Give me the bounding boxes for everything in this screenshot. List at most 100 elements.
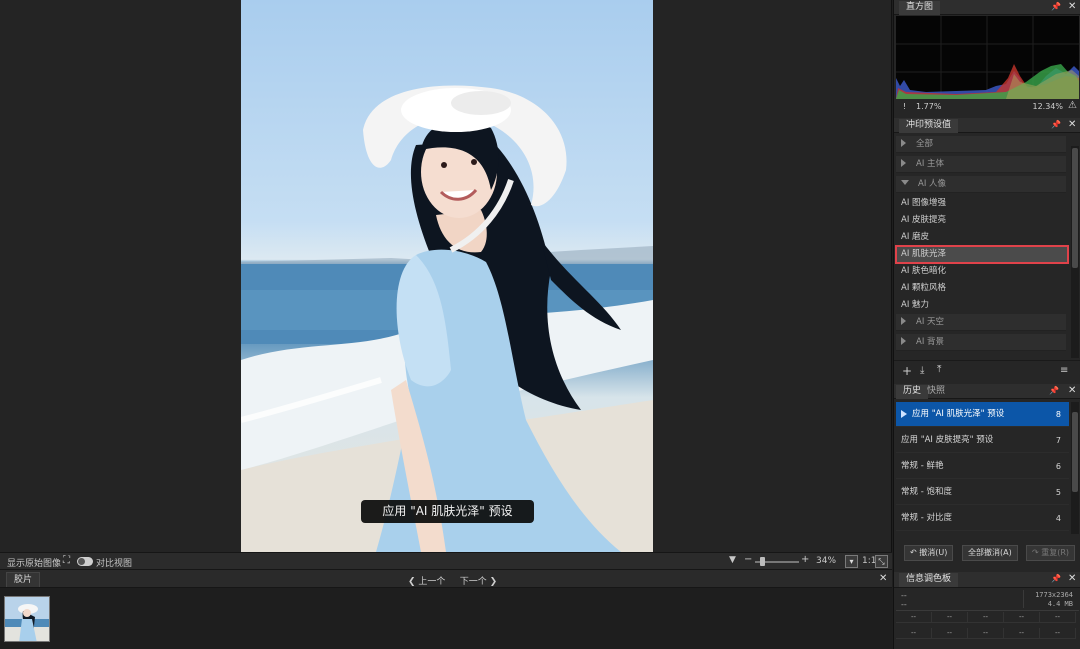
info-value: -- (901, 591, 907, 600)
tab-snapshot[interactable]: 快照 (920, 385, 952, 399)
zoom-out-icon[interactable]: − (744, 554, 752, 565)
close-icon[interactable]: ✕ (1068, 119, 1076, 130)
preset-group-all[interactable]: 全部 (896, 136, 1066, 153)
history-scrollbar[interactable] (1071, 402, 1079, 534)
expand-arrow-icon[interactable] (901, 139, 906, 147)
compare-view-label: 对比视图 (96, 559, 133, 569)
history-header: 历史 快照 📌 ✕ (894, 384, 1080, 399)
history-item[interactable]: 常规 - 鲜艳 6 (896, 454, 1069, 479)
history-scroll-thumb[interactable] (1072, 412, 1078, 492)
presets-scrollbar[interactable] (1071, 146, 1079, 358)
info-panel: 信息调色板 📌 ✕ -- -- 1773x2364 4.4 MB -- -- -… (893, 570, 1080, 649)
expand-arrow-icon[interactable] (901, 317, 906, 325)
compare-view-toggle[interactable] (77, 557, 93, 566)
preset-group-ai-subject[interactable]: AI 主体 (896, 156, 1066, 173)
file-size: 4.4 MB (1047, 600, 1073, 608)
export-icon[interactable]: ⤒ (937, 364, 941, 375)
undo-all-button[interactable]: 全部撤消(A) (962, 545, 1018, 561)
preset-group-ai-portrait[interactable]: AI 人像 (896, 176, 1066, 193)
close-icon[interactable]: ✕ (1068, 385, 1076, 396)
image-viewer[interactable]: 应用 "AI 肌肤光泽" 预设 (0, 0, 892, 552)
add-preset-icon[interactable]: + (902, 364, 912, 378)
preset-item[interactable]: AI 图像增强 (896, 195, 1066, 212)
next-button[interactable]: 下一个 (460, 577, 487, 587)
preset-item-selected[interactable]: AI 肌肤光泽 (895, 245, 1069, 264)
pin-icon[interactable]: 📌 (1049, 386, 1059, 395)
info-value: -- (901, 600, 907, 609)
preset-item[interactable]: AI 肤色暗化 (896, 263, 1066, 280)
tab-presets[interactable]: 冲印预设值 (899, 119, 959, 133)
presets-scroll-thumb[interactable] (1072, 148, 1078, 268)
history-item[interactable]: 常规 - 饱和度 5 (896, 480, 1069, 505)
image-dimensions: 1773x2364 (1035, 591, 1073, 599)
shadow-clip-value: 1.77% (916, 102, 942, 111)
close-icon[interactable]: ✕ (1068, 1, 1076, 12)
import-icon[interactable]: ⤓ (920, 365, 924, 376)
zoom-level: 34% (816, 556, 837, 566)
presets-panel: 冲印预设值 📌 ✕ 全部 AI 主体 AI 人像 AI 图像增强 AI 皮肤提亮… (893, 118, 1080, 384)
zoom-in-icon[interactable]: + (801, 554, 809, 565)
chevron-left-icon[interactable]: ❮ (408, 577, 416, 587)
fullscreen-icon[interactable]: ⛶ (63, 555, 70, 566)
presets-toolbar: + ⤓ ⤒ ≡ (894, 360, 1080, 382)
tab-info[interactable]: 信息调色板 (899, 573, 959, 587)
thumbnail-image (5, 597, 49, 641)
preset-item[interactable]: AI 颗粒风格 (896, 280, 1066, 297)
preset-item[interactable]: AI 魅力 (896, 297, 1066, 314)
pin-icon[interactable]: 📌 (1051, 574, 1061, 583)
info-cell: -- (896, 628, 932, 639)
history-panel: 历史 快照 📌 ✕ 应用 "AI 肌肤光泽" 预设 8 应用 "AI 皮肤提亮"… (893, 384, 1080, 570)
pin-icon[interactable]: 📌 (1051, 2, 1061, 11)
warning-icon[interactable]: ⚠ (1068, 100, 1077, 111)
filmstrip (0, 588, 892, 649)
shadow-clip-icon[interactable]: ! (903, 102, 906, 111)
histogram-graph (896, 16, 1079, 99)
info-cell: -- (1004, 612, 1040, 623)
show-original-button[interactable]: 显示原始图像 (7, 556, 61, 569)
info-cell: -- (968, 628, 1004, 639)
info-cell: -- (1040, 612, 1076, 623)
list-options-icon[interactable]: ≡ (1060, 365, 1068, 376)
preset-group-ai-background[interactable]: AI 背景 (896, 334, 1066, 351)
histogram-curves (896, 16, 1079, 99)
redo-icon: ↷ (1032, 548, 1042, 557)
prev-button[interactable]: 上一个 (418, 577, 445, 587)
pin-icon[interactable]: 📌 (1051, 120, 1061, 129)
filmstrip-thumbnail[interactable] (4, 596, 50, 642)
photo-illustration (241, 85, 653, 552)
info-cell: -- (932, 612, 968, 623)
preset-group-ai-sky[interactable]: AI 天空 (896, 314, 1066, 331)
histogram-header: 直方图 📌 ✕ (894, 0, 1080, 15)
chevron-right-icon[interactable]: ❯ (490, 577, 498, 587)
preset-item[interactable]: AI 磨皮 (896, 229, 1066, 246)
zoom-slider-thumb[interactable] (760, 557, 765, 566)
tab-histogram[interactable]: 直方图 (899, 1, 941, 15)
close-icon[interactable]: ✕ (879, 573, 887, 584)
info-cell: -- (932, 628, 968, 639)
filmstrip-nav: ❮ 上一个 下一个 ❯ (408, 574, 497, 587)
preset-item[interactable]: AI 皮肤提亮 (896, 212, 1066, 229)
fit-view-icon[interactable]: ⤡ (875, 555, 888, 568)
info-cell: -- (1004, 628, 1040, 639)
tab-filmstrip[interactable]: 胶片 (6, 572, 41, 587)
histogram-clip-bar: ! 1.77% 12.34% ⚠ (896, 99, 1079, 116)
history-item[interactable]: 常规 - 对比度 4 (896, 506, 1069, 531)
photo-canvas[interactable] (241, 0, 653, 552)
info-header: 信息调色板 📌 ✕ (894, 572, 1080, 588)
zoom-dropdown-icon[interactable]: ▼ (729, 555, 736, 565)
filmstrip-header: 胶片 ❮ 上一个 下一个 ❯ ✕ (0, 570, 892, 588)
expand-arrow-icon[interactable] (901, 159, 906, 167)
zoom-menu-button[interactable]: ▾ (845, 555, 858, 568)
history-item[interactable]: 应用 "AI 皮肤提亮" 预设 7 (896, 428, 1069, 453)
collapse-arrow-icon[interactable] (901, 180, 909, 185)
viewer-toolbar: 显示原始图像 ⛶ 对比视图 ▼ − + 34% ▾ 1:1 ⤡ (0, 552, 892, 570)
highlight-clip-value: 12.34% (1032, 102, 1063, 111)
history-item-active[interactable]: 应用 "AI 肌肤光泽" 预设 8 (896, 402, 1069, 427)
close-icon[interactable]: ✕ (1068, 573, 1076, 584)
info-cell: -- (968, 612, 1004, 623)
info-cell: -- (1040, 628, 1076, 639)
redo-button[interactable]: ↷ 重复(R) (1026, 545, 1076, 561)
expand-arrow-icon[interactable] (901, 337, 906, 345)
presets-header: 冲印预设值 📌 ✕ (894, 118, 1080, 133)
undo-button[interactable]: ↶ 撤消(U) (904, 545, 954, 561)
